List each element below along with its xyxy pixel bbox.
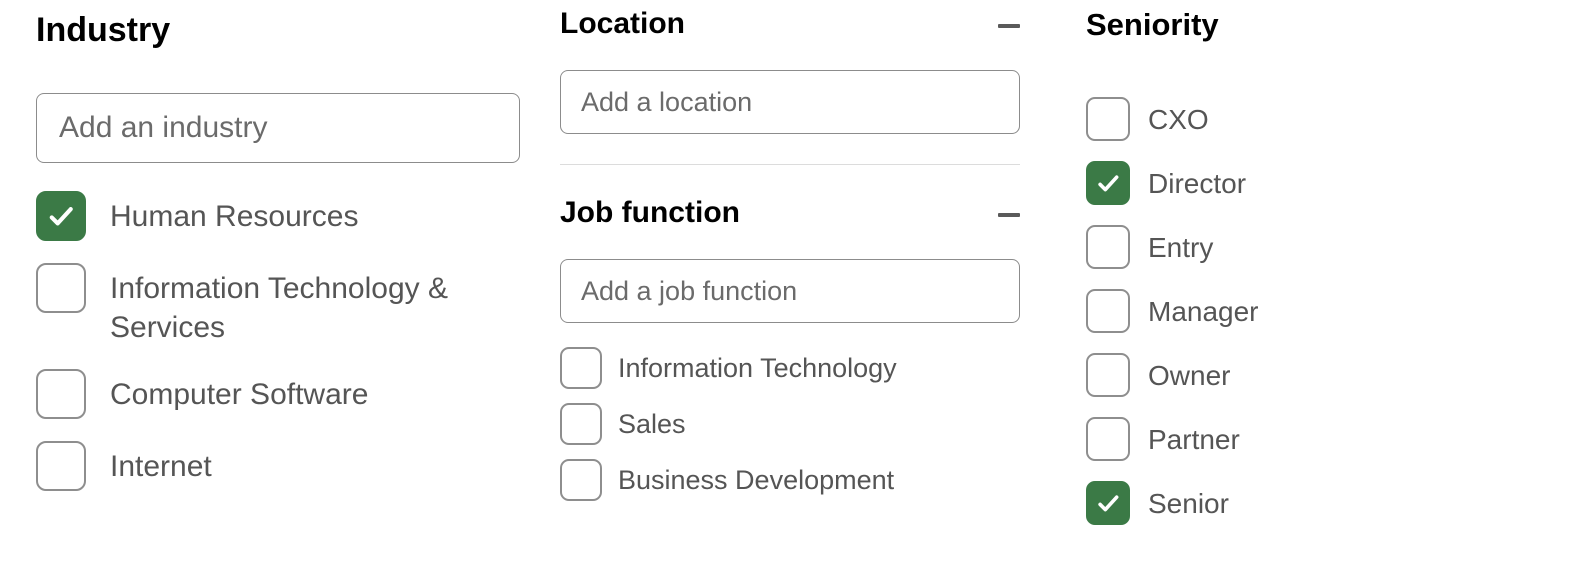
option-seniority-senior[interactable]: Senior	[1086, 481, 1520, 525]
location-input[interactable]	[560, 70, 1020, 134]
location-title: Location	[560, 6, 685, 42]
checkbox[interactable]	[1086, 97, 1130, 141]
job-function-input[interactable]	[560, 259, 1020, 323]
checkbox[interactable]	[36, 263, 86, 313]
option-label: CXO	[1148, 102, 1209, 138]
option-label: Internet	[110, 447, 212, 486]
seniority-filter-section: Seniority CXO Director Entry Manager Owner Pa…	[1060, 0, 1560, 545]
checkbox[interactable]	[1086, 417, 1130, 461]
checkbox[interactable]	[36, 441, 86, 491]
checkbox[interactable]	[1086, 353, 1130, 397]
option-label: Computer Software	[110, 375, 368, 414]
option-label: Sales	[618, 407, 686, 442]
option-label: Human Resources	[110, 197, 358, 236]
option-industry-human-resources[interactable]: Human Resources	[36, 191, 520, 241]
option-label: Owner	[1148, 358, 1230, 394]
option-job-function-information-technology[interactable]: Information Technology	[560, 347, 1020, 389]
checkbox[interactable]	[1086, 225, 1130, 269]
option-label: Manager	[1148, 294, 1259, 330]
checkbox[interactable]	[1086, 481, 1130, 525]
option-seniority-cxo[interactable]: CXO	[1086, 97, 1520, 141]
option-seniority-entry[interactable]: Entry	[1086, 225, 1520, 269]
minus-icon[interactable]	[998, 24, 1020, 28]
option-seniority-director[interactable]: Director	[1086, 161, 1520, 205]
option-label: Entry	[1148, 230, 1213, 266]
industry-options: Human Resources Information Technology & …	[36, 191, 520, 491]
minus-icon[interactable]	[998, 213, 1020, 217]
option-label: Director	[1148, 166, 1246, 202]
section-divider	[560, 164, 1020, 165]
option-label: Senior	[1148, 486, 1229, 522]
checkbox[interactable]	[1086, 161, 1130, 205]
seniority-options: CXO Director Entry Manager Owner Partner Senio…	[1086, 97, 1520, 525]
option-seniority-manager[interactable]: Manager	[1086, 289, 1520, 333]
checkbox[interactable]	[560, 403, 602, 445]
job-function-options: Information Technology Sales Business Deve…	[560, 347, 1020, 501]
option-label: Information Technology	[618, 351, 897, 386]
checkbox[interactable]	[36, 369, 86, 419]
option-industry-computer-software[interactable]: Computer Software	[36, 369, 520, 419]
industry-title: Industry	[36, 10, 170, 51]
checkbox[interactable]	[36, 191, 86, 241]
option-seniority-owner[interactable]: Owner	[1086, 353, 1520, 397]
option-job-function-business-development[interactable]: Business Development	[560, 459, 1020, 501]
option-industry-internet[interactable]: Internet	[36, 441, 520, 491]
checkbox[interactable]	[1086, 289, 1130, 333]
option-industry-information-technology-services[interactable]: Information Technology & Services	[36, 263, 520, 347]
job-function-title: Job function	[560, 195, 740, 231]
location-filter-section: Location	[560, 0, 1020, 134]
seniority-title: Seniority	[1086, 6, 1219, 43]
option-seniority-partner[interactable]: Partner	[1086, 417, 1520, 461]
checkbox[interactable]	[560, 347, 602, 389]
option-label: Business Development	[618, 463, 894, 498]
checkbox[interactable]	[560, 459, 602, 501]
industry-input[interactable]	[36, 93, 520, 163]
option-job-function-sales[interactable]: Sales	[560, 403, 1020, 445]
industry-filter-section: Industry Human Resources Information Tech…	[0, 0, 560, 545]
option-label: Partner	[1148, 422, 1240, 458]
job-function-filter-section: Job function Information Technology Sales…	[560, 189, 1020, 501]
option-label: Information Technology & Services	[110, 269, 510, 347]
